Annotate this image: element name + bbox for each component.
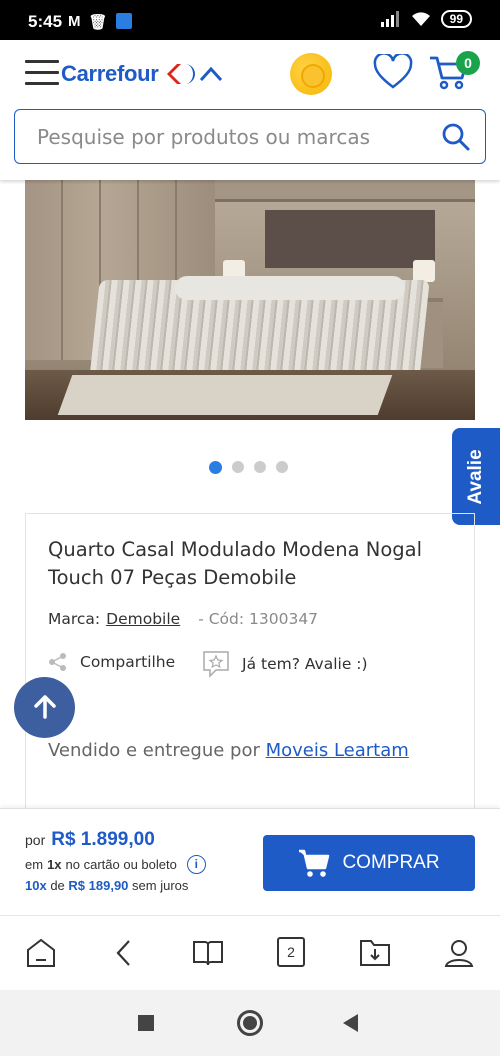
parcel-line: 10x de R$ 189,90 sem juros (25, 878, 189, 893)
buy-bar: por R$ 1.899,00 em 1x no cartão ou boleto… (0, 808, 500, 915)
coins-icon[interactable] (290, 53, 332, 95)
review-label: Já tem? Avalie :) (242, 655, 368, 673)
avalie-label: Avalie (465, 448, 486, 505)
downloads-icon[interactable] (358, 936, 392, 970)
brand-label: Marca: (48, 610, 101, 628)
info-icon[interactable]: i (186, 855, 206, 874)
installment-line: em 1x no cartão ou boleto i (25, 855, 206, 874)
buy-button[interactable]: COMPRAR (263, 835, 475, 891)
search-input[interactable] (37, 122, 437, 152)
avalie-side-tab[interactable]: Avalie (452, 428, 500, 525)
arrow-up-icon (34, 695, 56, 719)
price-line: por R$ 1.899,00 (25, 829, 155, 851)
notification-icons: M 🗑 (68, 13, 132, 31)
site-header: Carrefour 0 (0, 40, 500, 180)
share-label: Compartilhe (80, 653, 176, 671)
cart-icon (299, 849, 330, 877)
system-back-icon[interactable] (343, 1014, 358, 1032)
parcel-value: R$ 189,90 (68, 878, 129, 893)
product-code: - Cód: 1300347 (198, 610, 319, 628)
wifi-icon (411, 12, 430, 26)
parcel-count: 10x (25, 878, 47, 893)
carrefour-symbol-icon (166, 64, 222, 84)
status-right: 99 (380, 10, 472, 28)
app-notification-icon (115, 13, 132, 29)
carousel-dot-3[interactable] (254, 461, 266, 473)
share-icon (49, 653, 66, 671)
menu-icon[interactable] (25, 60, 59, 86)
battery-indicator: 99 (440, 10, 472, 28)
installment-count: 1x (47, 857, 62, 872)
brand-link[interactable]: Demobile (106, 610, 180, 628)
logo-text: Carrefour (61, 61, 159, 86)
review-star-icon (203, 651, 229, 678)
status-bar: 5:45 M 🗑 99 (0, 0, 500, 40)
search-icon[interactable] (441, 122, 471, 152)
carousel-dot-2[interactable] (232, 461, 244, 473)
signal-icon (380, 11, 399, 27)
scroll-to-top-button[interactable] (14, 677, 75, 738)
share-button[interactable]: Compartilhe (48, 652, 175, 672)
seller-prefix: Vendido e entregue por (48, 740, 266, 761)
seller-link[interactable]: Moveis Leartam (266, 740, 409, 761)
tabs-button[interactable]: 2 (277, 937, 305, 967)
gmail-icon: M (68, 13, 81, 30)
home-icon[interactable] (24, 936, 58, 970)
system-home-icon[interactable] (237, 1010, 263, 1036)
carousel-dot-1[interactable] (209, 461, 222, 474)
back-icon[interactable] (108, 936, 142, 970)
carousel-dots (209, 461, 288, 474)
search-bar (14, 109, 486, 164)
price-value: R$ 1.899,00 (51, 829, 155, 850)
seller-line: Vendido e entregue por Moveis Leartam (48, 740, 409, 761)
carrefour-logo[interactable]: Carrefour (61, 59, 229, 89)
system-nav-bar (0, 990, 500, 1056)
status-time: 5:45 (28, 12, 63, 31)
trash-icon: 🗑 (88, 14, 108, 31)
product-info-card: Quarto Casal Modulado Modena Nogal Touch… (25, 513, 475, 813)
bookmarks-icon[interactable] (191, 936, 225, 970)
buy-label: COMPRAR (342, 852, 440, 873)
recent-apps-icon[interactable] (138, 1015, 154, 1031)
cart-count-badge: 0 (456, 51, 480, 75)
price-prefix: por (25, 832, 46, 848)
brand-row: Marca: Demobile - Cód: 1300347 (48, 610, 318, 628)
product-title: Quarto Casal Modulado Modena Nogal Touch… (48, 538, 423, 589)
wishlist-heart-icon[interactable] (373, 54, 413, 90)
profile-icon[interactable] (442, 936, 476, 970)
product-image[interactable] (25, 180, 475, 420)
carousel-dot-4[interactable] (276, 461, 288, 473)
browser-nav-bar: 2 (0, 915, 500, 990)
review-button[interactable]: Já tem? Avalie :) (202, 650, 368, 678)
